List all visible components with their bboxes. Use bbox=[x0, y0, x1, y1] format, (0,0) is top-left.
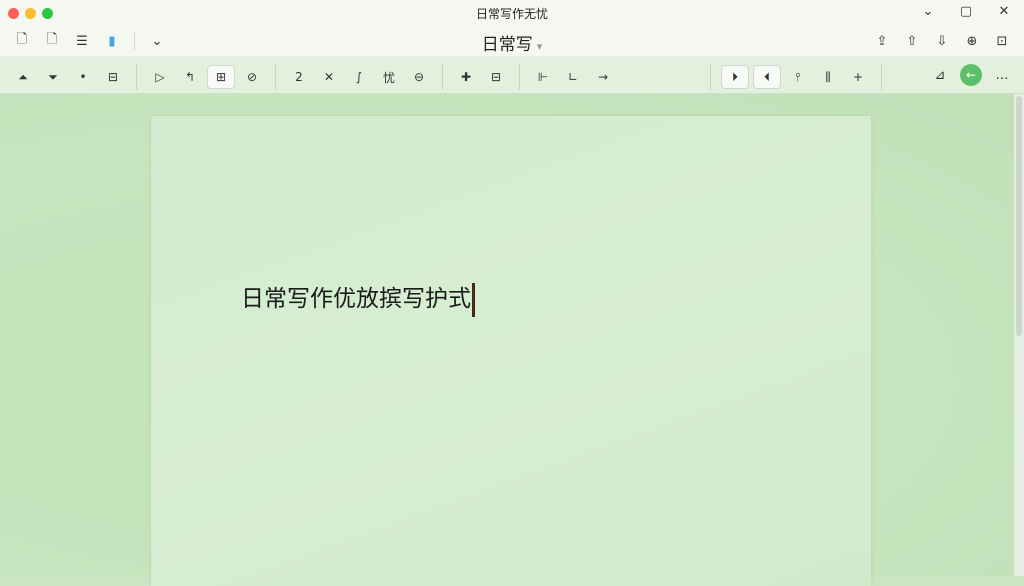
outline-list-icon[interactable]: ☰ bbox=[70, 31, 94, 51]
box-icon[interactable]: ⊟ bbox=[483, 66, 509, 88]
bullet-icon[interactable]: • bbox=[70, 66, 96, 88]
align-left-icon[interactable]: ⏵ bbox=[721, 65, 749, 89]
window-title: 日常写作无忧 bbox=[475, 6, 548, 21]
document-text: 日常写作优放摈写护式 bbox=[241, 286, 471, 312]
play-icon[interactable]: ▷ bbox=[147, 66, 173, 88]
plus-bold-icon[interactable]: ✚ bbox=[453, 66, 479, 88]
export-icon[interactable]: ⇪ bbox=[870, 31, 894, 51]
chinese-char-icon[interactable]: 忧 bbox=[376, 66, 402, 88]
italic-icon[interactable]: ∫ bbox=[346, 66, 372, 88]
align-up-icon[interactable]: ⏶ bbox=[10, 66, 36, 88]
text-cursor bbox=[472, 282, 475, 317]
window-controls: ⌄ ▢ ✕ bbox=[920, 4, 1012, 19]
grid-icon[interactable]: ⊞ bbox=[207, 65, 235, 89]
columns-icon[interactable]: ⫼ bbox=[815, 66, 841, 88]
share-icon[interactable]: ⇧ bbox=[900, 31, 924, 51]
target-icon[interactable]: ⊕ bbox=[960, 31, 984, 51]
split-icon[interactable]: ⊟ bbox=[100, 66, 126, 88]
format-toolbar: ⏶ ⏷ • ⊟ ▷ ↰ ⊞ ⊘ 2 ✕ ∫ 忧 ⊖ ✚ ⊟ ⊩ ∟ → ⏵ ⏴ … bbox=[0, 57, 1024, 94]
panel-toggle-icon[interactable]: ⊡ bbox=[990, 31, 1014, 51]
vertical-scrollbar[interactable] bbox=[1014, 94, 1024, 576]
toolbar-separator bbox=[881, 64, 882, 90]
align-down-icon[interactable]: ⏷ bbox=[40, 66, 66, 88]
bookmark-icon[interactable]: ▮ bbox=[100, 31, 124, 51]
title-bar: 日常写作无忧 ⌄ ▢ ✕ bbox=[0, 0, 1024, 26]
open-document-icon[interactable]: 🗋 bbox=[40, 31, 64, 51]
document-page[interactable]: 日常写作优放摈写护式 bbox=[151, 116, 871, 586]
arrow-right-icon[interactable]: → bbox=[590, 66, 616, 88]
align-center-icon[interactable]: ⏴ bbox=[753, 65, 781, 89]
more-dropdown-icon[interactable]: ⌄ bbox=[145, 31, 169, 51]
toolbar-separator bbox=[136, 64, 137, 90]
toolbar-separator bbox=[275, 64, 276, 90]
new-document-icon[interactable]: 🗋 bbox=[10, 31, 34, 51]
document-body[interactable]: 日常写作优放摈写护式 bbox=[241, 279, 475, 317]
avatar[interactable]: ← bbox=[960, 64, 982, 86]
indent-icon[interactable]: ⊩ bbox=[530, 66, 556, 88]
formula-icon[interactable]: ⫯ bbox=[785, 66, 811, 88]
close-icon[interactable]: ✕ bbox=[996, 4, 1012, 19]
restore-icon[interactable]: ▢ bbox=[958, 4, 974, 19]
collapse-icon[interactable]: ⌄ bbox=[920, 4, 936, 19]
scrollbar-thumb[interactable] bbox=[1016, 96, 1022, 336]
cross-icon[interactable]: ✕ bbox=[316, 66, 342, 88]
return-icon[interactable]: ↰ bbox=[177, 66, 203, 88]
number-two-icon[interactable]: 2 bbox=[286, 66, 312, 88]
toolbar-separator bbox=[442, 64, 443, 90]
zoom-window-button[interactable] bbox=[42, 8, 53, 19]
circle-minus-icon[interactable]: ⊖ bbox=[406, 66, 432, 88]
close-window-button[interactable] bbox=[8, 8, 19, 19]
more-options-icon[interactable]: … bbox=[990, 65, 1014, 85]
strike-box-icon[interactable]: ⊘ bbox=[239, 66, 265, 88]
corner-icon[interactable]: ∟ bbox=[560, 66, 586, 88]
spellcheck-icon[interactable]: ⊿ bbox=[928, 65, 952, 85]
document-title[interactable]: 日常写 bbox=[482, 35, 533, 55]
toolbar-separator bbox=[710, 64, 711, 90]
toolbar-separator bbox=[134, 32, 135, 50]
add-icon[interactable]: + bbox=[845, 66, 871, 88]
download-icon[interactable]: ⇩ bbox=[930, 31, 954, 51]
minimize-window-button[interactable] bbox=[25, 8, 36, 19]
toolbar-separator bbox=[519, 64, 520, 90]
window-traffic-lights bbox=[8, 8, 53, 19]
